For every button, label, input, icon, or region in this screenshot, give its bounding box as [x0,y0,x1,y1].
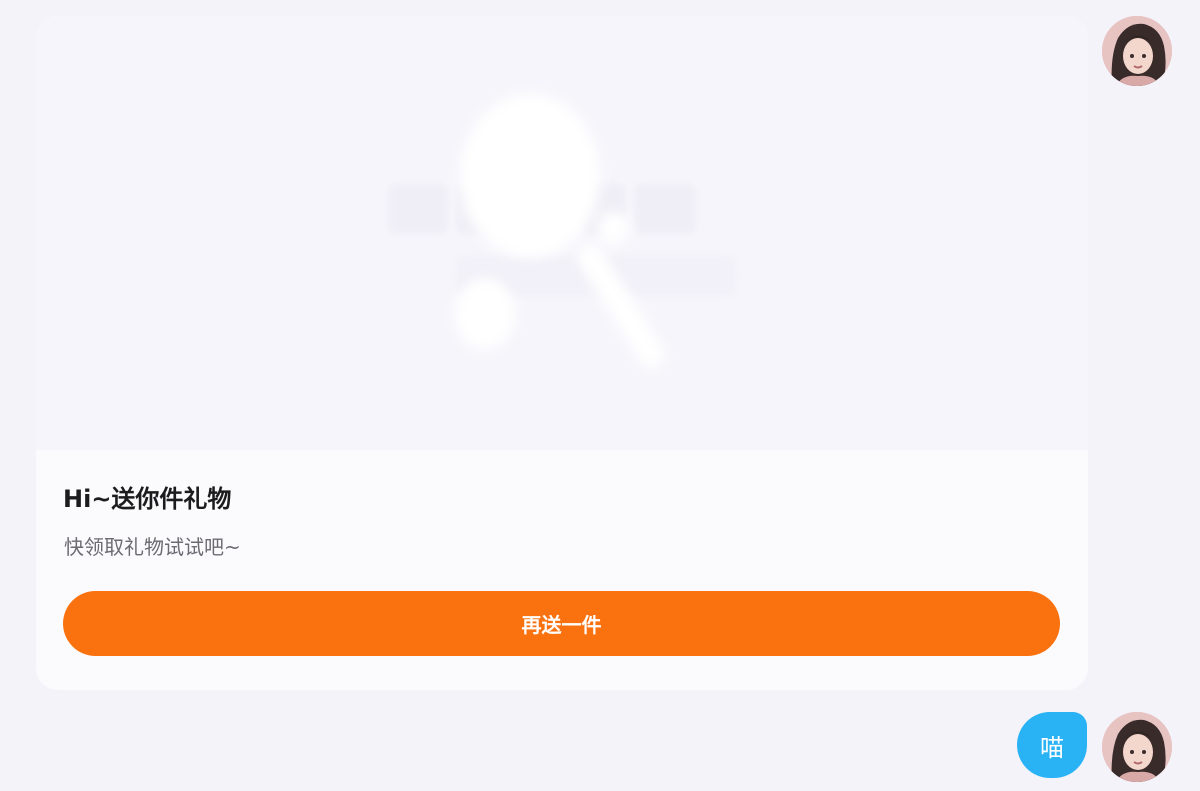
gift-illustration [36,16,1088,450]
send-another-button[interactable]: 再送一件 [63,591,1060,656]
avatar[interactable] [1102,712,1172,782]
avatar-image [1102,16,1172,86]
gift-card-message[interactable]: Hi~送你件礼物 快领取礼物试试吧~ 再送一件 [36,16,1088,690]
gift-card-image [36,16,1088,450]
card-title: Hi~送你件礼物 [63,485,232,513]
message-text: 喵 [1040,733,1064,762]
avatar[interactable] [1102,16,1172,86]
card-subtitle: 快领取礼物试试吧~ [64,535,241,559]
avatar-image [1102,712,1172,782]
chat-view: Hi~送你件礼物 快领取礼物试试吧~ 再送一件 喵 [0,0,1200,791]
message-bubble[interactable]: 喵 [1017,712,1087,778]
